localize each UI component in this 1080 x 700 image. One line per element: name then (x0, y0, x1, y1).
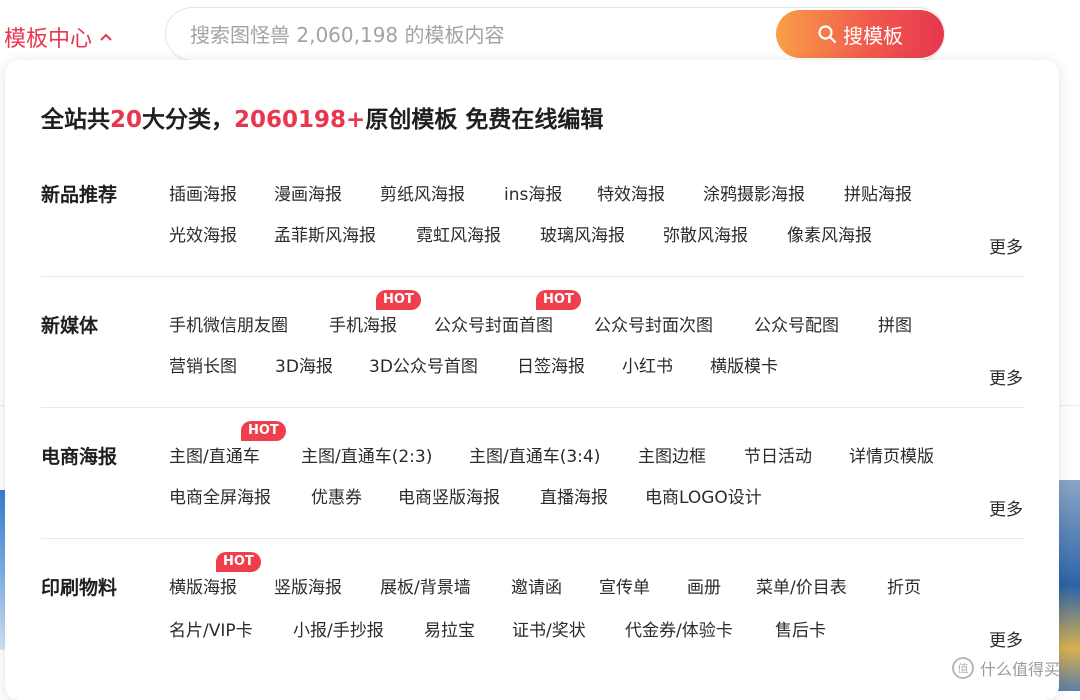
category-link[interactable]: 玻璃风海报 (540, 221, 625, 246)
template-center-label: 模板中心 (4, 27, 93, 52)
category-link[interactable]: 名片/VIP卡 (169, 616, 253, 641)
template-category-dropdown: 全站共20大分类，2060198+原创模板 免费在线编辑 新品推荐 插画海报 漫… (5, 60, 1059, 700)
category-link[interactable]: 售后卡 (775, 616, 826, 641)
more-link[interactable]: 更多 (989, 626, 1023, 651)
category-new-media: 新媒体 手机微信朋友圈 HOT 手机海报 HOT 公众号封面首图 公众号封面次图… (41, 276, 1025, 406)
category-link[interactable]: 特效海报 (597, 180, 665, 205)
category-title: 新品推荐 (41, 184, 118, 206)
category-link[interactable]: 拼贴海报 (844, 180, 912, 205)
category-link[interactable]: 横版模卡 (710, 352, 778, 377)
search-button[interactable]: 搜模板 (776, 10, 944, 58)
category-link[interactable]: 易拉宝 (424, 616, 475, 641)
category-link[interactable]: 公众号封面首图 (434, 311, 553, 336)
chevron-up-icon (100, 33, 112, 41)
search-input[interactable] (188, 18, 752, 52)
category-link[interactable]: 宣传单 (599, 573, 650, 598)
hot-badge: HOT (216, 552, 261, 572)
category-link[interactable]: 剪纸风海报 (380, 180, 465, 205)
category-link[interactable]: 公众号配图 (754, 311, 839, 336)
category-link[interactable]: 拼图 (878, 311, 912, 336)
watermark-logo-icon: 值 (952, 657, 974, 679)
category-link[interactable]: 孟菲斯风海报 (274, 221, 376, 246)
category-link[interactable]: 电商竖版海报 (398, 483, 500, 508)
category-link[interactable]: 证书/奖状 (512, 616, 586, 641)
category-link[interactable]: 展板/背景墙 (380, 573, 471, 598)
category-link[interactable]: 画册 (687, 573, 721, 598)
more-link[interactable]: 更多 (989, 233, 1023, 258)
category-print-materials: 印刷物料 HOT 横版海报 竖版海报 展板/背景墙 邀请函 宣传单 画册 菜单/… (41, 538, 1025, 668)
hot-badge: HOT (241, 421, 286, 441)
category-link[interactable]: 电商LOGO设计 (645, 483, 762, 508)
category-link[interactable]: 3D海报 (275, 352, 333, 377)
category-link[interactable]: 漫画海报 (274, 180, 342, 205)
category-link[interactable]: 优惠券 (311, 483, 362, 508)
category-new-products: 新品推荐 插画海报 漫画海报 剪纸风海报 ins海报 特效海报 涂鸦摄影海报 拼… (41, 150, 1025, 280)
category-link[interactable]: 主图/直通车(2:3) (301, 442, 432, 467)
headline-middle: 大分类， (142, 107, 235, 133)
category-divider (41, 407, 1025, 408)
category-link[interactable]: 日签海报 (517, 352, 585, 377)
category-link[interactable]: 小红书 (622, 352, 673, 377)
search-icon (818, 25, 837, 44)
category-link[interactable]: 插画海报 (169, 180, 237, 205)
category-link[interactable]: 邀请函 (511, 573, 562, 598)
category-link[interactable]: 主图/直通车 (169, 442, 260, 467)
headline-category-count: 20 (110, 107, 143, 133)
watermark-text: 什么值得买 (980, 660, 1061, 679)
category-link[interactable]: 主图边框 (638, 442, 706, 467)
category-link[interactable]: 主图/直通车(3:4) (469, 442, 600, 467)
category-link[interactable]: ins海报 (504, 180, 562, 205)
category-divider (41, 276, 1025, 277)
headline-suffix: 原创模板 免费在线编辑 (365, 107, 604, 133)
category-link[interactable]: 光效海报 (169, 221, 237, 246)
category-link[interactable]: 公众号封面次图 (594, 311, 713, 336)
watermark: 值 什么值得买 (952, 656, 1060, 680)
hot-badge: HOT (376, 290, 421, 310)
more-link[interactable]: 更多 (989, 495, 1023, 520)
category-title: 电商海报 (41, 446, 118, 468)
category-link[interactable]: 电商全屏海报 (169, 483, 271, 508)
category-link[interactable]: 节日活动 (744, 442, 812, 467)
template-center-menu[interactable]: 模板中心 (4, 20, 114, 54)
hot-badge: HOT (536, 290, 581, 310)
category-link[interactable]: 手机海报 (329, 311, 397, 336)
category-link[interactable]: 3D公众号首图 (369, 352, 478, 377)
background-banner-right (1058, 480, 1080, 691)
category-link[interactable]: 弥散风海报 (663, 221, 748, 246)
category-link[interactable]: 直播海报 (540, 483, 608, 508)
category-divider (41, 538, 1025, 539)
headline-prefix: 全站共 (41, 107, 110, 133)
more-link[interactable]: 更多 (989, 364, 1023, 389)
headline-template-count: 2060198+ (234, 107, 366, 133)
category-link[interactable]: 代金券/体验卡 (625, 616, 733, 641)
category-ecommerce-posters: 电商海报 HOT 主图/直通车 主图/直通车(2:3) 主图/直通车(3:4) … (41, 407, 1025, 537)
category-title: 印刷物料 (41, 577, 118, 599)
category-link[interactable]: 手机微信朋友圈 (169, 311, 288, 336)
category-link[interactable]: 折页 (887, 573, 921, 598)
category-link[interactable]: 像素风海报 (787, 221, 872, 246)
search-button-label: 搜模板 (843, 23, 903, 48)
search-bar: 搜模板 (165, 7, 945, 61)
category-link[interactable]: 小报/手抄报 (293, 616, 384, 641)
category-link[interactable]: 菜单/价目表 (756, 573, 847, 598)
panel-headline: 全站共20大分类，2060198+原创模板 免费在线编辑 (41, 100, 604, 133)
category-link[interactable]: 竖版海报 (274, 573, 342, 598)
category-link[interactable]: 横版海报 (169, 573, 237, 598)
category-link[interactable]: 涂鸦摄影海报 (703, 180, 805, 205)
category-link[interactable]: 详情页模版 (849, 442, 934, 467)
category-link[interactable]: 营销长图 (169, 352, 237, 377)
category-title: 新媒体 (41, 315, 99, 337)
category-link[interactable]: 霓虹风海报 (416, 221, 501, 246)
